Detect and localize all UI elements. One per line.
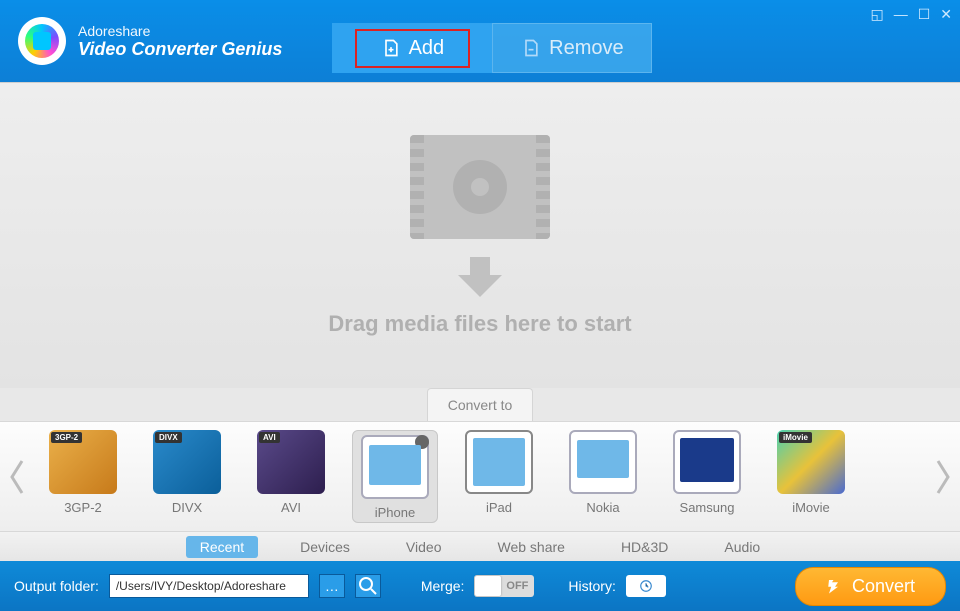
minimize-icon[interactable]: —	[894, 6, 908, 23]
format-avi[interactable]: AVI AVI	[248, 430, 334, 523]
drag-hint: Drag media files here to start	[328, 311, 631, 337]
format-3gp2[interactable]: 3GP-2 3GP-2	[40, 430, 126, 523]
remove-label: Remove	[549, 37, 623, 60]
format-divx[interactable]: DIVX DIVX	[144, 430, 230, 523]
cat-audio[interactable]: Audio	[710, 536, 774, 558]
feedback-icon[interactable]: ◱	[870, 6, 883, 23]
brand-block: Adoreshare Video Converter Genius	[78, 23, 282, 60]
scroll-left-button[interactable]	[0, 457, 36, 497]
category-row: Recent Devices Video Web share HD&3D Aud…	[0, 531, 960, 561]
footer-bar: Output folder: … Merge: OFF History: Con…	[0, 561, 960, 611]
open-folder-button[interactable]	[355, 574, 381, 598]
format-nokia[interactable]: Nokia	[560, 430, 646, 523]
browse-button[interactable]: …	[319, 574, 345, 598]
app-logo	[18, 17, 66, 65]
film-reel-icon	[410, 135, 550, 239]
cat-devices[interactable]: Devices	[286, 536, 364, 558]
format-ipad[interactable]: iPad	[456, 430, 542, 523]
add-file-icon	[381, 38, 401, 58]
format-strip: 3GP-2 3GP-2 DIVX DIVX AVI AVI iPhone iPa…	[0, 421, 960, 531]
remove-button[interactable]: Remove	[492, 23, 652, 73]
titlebar: Adoreshare Video Converter Genius Add Re…	[0, 0, 960, 82]
chevron-right-icon	[932, 457, 952, 497]
add-button[interactable]: Add	[332, 23, 492, 73]
history-label: History:	[568, 578, 615, 594]
cat-recent[interactable]: Recent	[186, 536, 258, 558]
output-folder-input[interactable]	[109, 574, 309, 598]
arrow-down-icon	[458, 275, 502, 297]
format-iphone[interactable]: iPhone	[352, 430, 438, 523]
add-label: Add	[409, 37, 445, 60]
format-samsung[interactable]: Samsung	[664, 430, 750, 523]
window-controls: ◱ — ☐ ✕	[870, 6, 952, 23]
clock-icon	[639, 579, 653, 593]
convert-button[interactable]: Convert	[795, 567, 946, 606]
brand-product: Video Converter Genius	[78, 39, 282, 60]
merge-label: Merge:	[421, 578, 465, 594]
drop-area[interactable]: Drag media files here to start	[0, 82, 960, 388]
history-button[interactable]	[626, 575, 666, 597]
search-icon	[356, 574, 380, 598]
toolbar-buttons: Add Remove	[332, 9, 652, 73]
brand-company: Adoreshare	[78, 23, 282, 39]
format-items: 3GP-2 3GP-2 DIVX DIVX AVI AVI iPhone iPa…	[36, 430, 924, 523]
convert-to-label: Convert to	[427, 388, 534, 421]
convert-to-tab: Convert to	[0, 388, 960, 421]
maximize-icon[interactable]: ☐	[918, 6, 931, 23]
remove-file-icon	[521, 38, 541, 58]
format-imovie[interactable]: iMovie iMovie	[768, 430, 854, 523]
convert-label: Convert	[852, 576, 915, 597]
cat-hd3d[interactable]: HD&3D	[607, 536, 682, 558]
chevron-left-icon	[8, 457, 28, 497]
close-icon[interactable]: ✕	[940, 6, 952, 23]
merge-toggle[interactable]: OFF	[474, 575, 534, 597]
gear-icon[interactable]	[415, 435, 429, 449]
scroll-right-button[interactable]	[924, 457, 960, 497]
output-folder-label: Output folder:	[14, 578, 99, 594]
convert-icon	[826, 577, 844, 595]
cat-video[interactable]: Video	[392, 536, 456, 558]
cat-webshare[interactable]: Web share	[483, 536, 578, 558]
